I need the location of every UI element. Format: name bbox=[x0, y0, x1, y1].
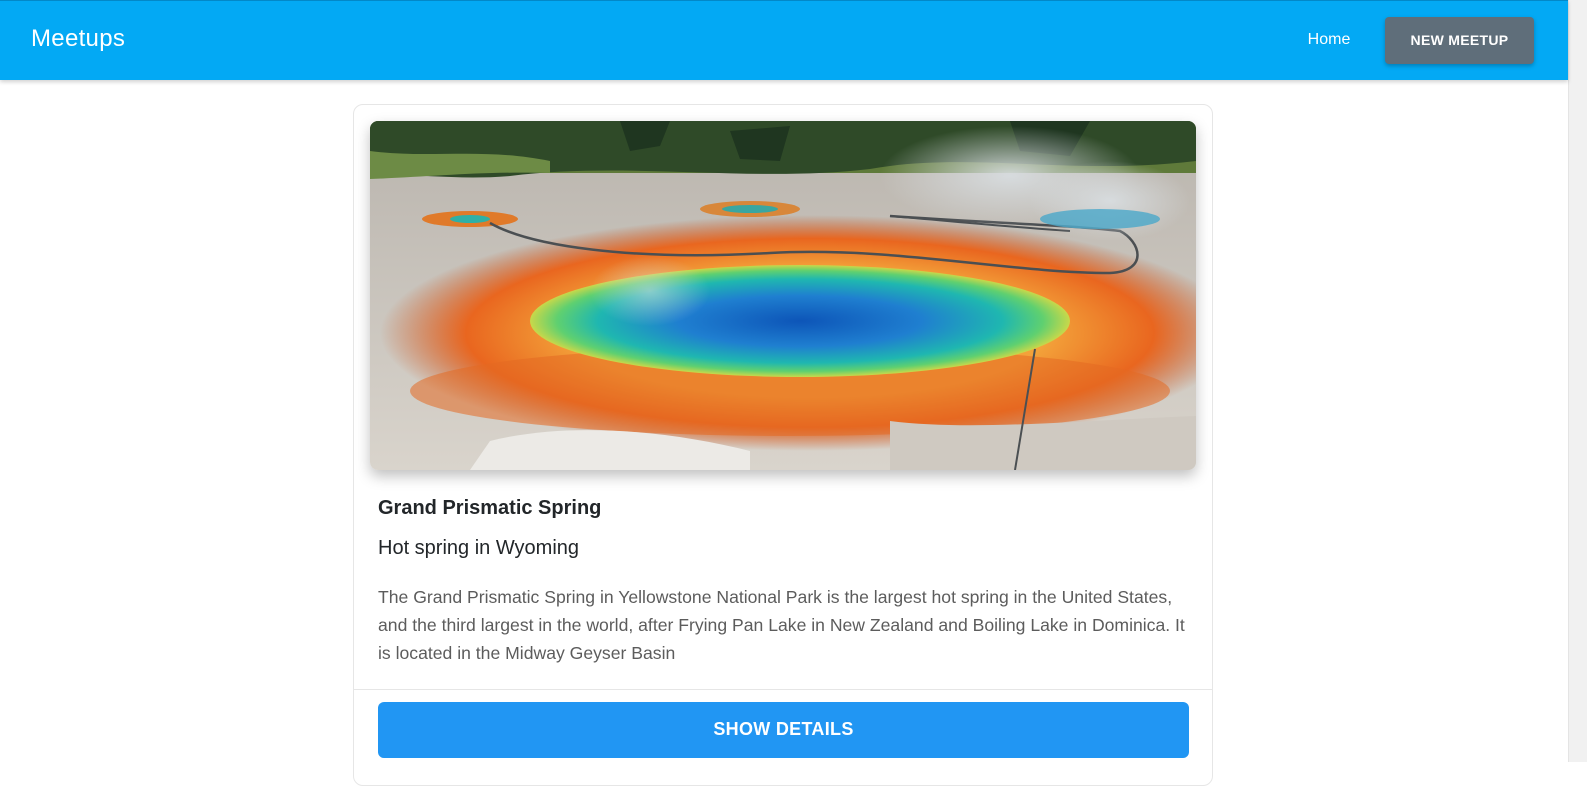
meetup-subtitle: Hot spring in Wyoming bbox=[378, 537, 580, 559]
nav-home-link[interactable]: Home bbox=[1293, 20, 1365, 60]
meetup-image bbox=[370, 121, 1196, 470]
app-title[interactable]: Meetups bbox=[31, 25, 125, 53]
card-divider bbox=[354, 689, 1212, 690]
new-meetup-button[interactable]: NEW MEETUP bbox=[1385, 17, 1534, 64]
app-bar-edge bbox=[0, 0, 1568, 1]
meetup-description: The Grand Prismatic Spring in Yellowston… bbox=[378, 587, 1185, 663]
meetup-title: Grand Prismatic Spring bbox=[378, 497, 602, 519]
show-details-button[interactable]: SHOW DETAILS bbox=[378, 702, 1189, 758]
app-bar: Meetups Home NEW MEETUP bbox=[0, 0, 1568, 80]
meetup-card: Grand Prismatic Spring Hot spring in Wyo… bbox=[353, 104, 1213, 786]
page-scrollbar[interactable] bbox=[1568, 0, 1587, 762]
